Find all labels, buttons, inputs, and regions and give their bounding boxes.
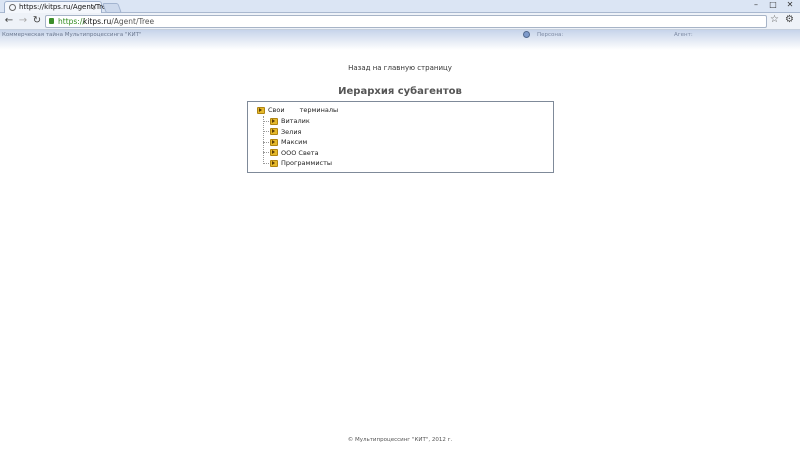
maximize-icon[interactable]: □ — [765, 0, 781, 10]
footer-copyright: © Мультипроцессинг "КИТ", 2012 г. — [347, 437, 453, 443]
back-to-main-link[interactable]: Назад на главную страницу — [0, 64, 800, 72]
subagent-tree: Свои терминалы Виталик Зелия Максим ООО С… — [247, 101, 554, 173]
page-title: Иерархия субагентов — [338, 86, 462, 97]
tree-node-child[interactable]: Программисты — [263, 158, 332, 168]
folder-icon — [270, 138, 278, 146]
lock-icon — [49, 18, 54, 24]
forward-arrow-icon[interactable]: → — [17, 15, 29, 27]
tree-node-label: Максим — [281, 138, 308, 146]
url-host: kitps.ru — [83, 17, 112, 26]
browser-toolbar: ← → ↻ https:// kitps.ru/Agent/Tree ☆ ⚙ — [0, 13, 800, 30]
minimize-icon[interactable]: – — [748, 0, 764, 10]
agent-label: Агент: — [674, 32, 693, 38]
trade-secret-notice: Коммерческая тайна Мультипроцессинга "КИ… — [2, 32, 142, 38]
back-arrow-icon[interactable]: ← — [3, 15, 15, 27]
tree-node-child[interactable]: Максим — [263, 137, 307, 147]
tree-node-child[interactable]: Виталик — [263, 116, 310, 126]
page-header: Коммерческая тайна Мультипроцессинга "КИ… — [0, 30, 800, 50]
folder-icon — [270, 159, 278, 167]
tab-close-icon[interactable]: × — [91, 2, 97, 13]
tree-node-child[interactable]: Зелия — [263, 127, 301, 137]
folder-icon — [270, 117, 278, 125]
bookmark-star-icon[interactable]: ☆ — [770, 14, 779, 25]
tree-node-label: Программисты — [281, 159, 333, 167]
url-host-path: kitps.ru/Agent/Tree — [83, 16, 154, 27]
folder-icon — [270, 149, 278, 156]
page-favicon-icon — [9, 4, 16, 11]
tree-node-root[interactable]: Свои терминалы — [257, 105, 338, 115]
tree-node-label: ООО Света — [281, 148, 319, 157]
tree-node-label: Зелия — [281, 127, 302, 136]
folder-icon — [270, 128, 278, 135]
folder-icon — [257, 106, 265, 114]
tab-strip: https://kitps.ru/Agent/Tree × – □ ✕ — [0, 0, 800, 13]
url-scheme: https:// — [58, 17, 85, 26]
tree-node-child[interactable]: ООО Света — [263, 148, 319, 158]
url-path: /Agent/Tree — [111, 17, 155, 26]
browser-tab[interactable]: https://kitps.ru/Agent/Tree × — [4, 1, 111, 13]
tree-node-label: Виталик — [281, 117, 310, 125]
person-icon — [523, 31, 530, 38]
new-tab-button[interactable] — [102, 3, 122, 13]
window-close-icon[interactable]: ✕ — [782, 0, 798, 10]
tree-node-label-suffix: терминалы — [299, 106, 339, 114]
reload-icon[interactable]: ↻ — [31, 15, 43, 27]
browser-menu-icon[interactable]: ⚙ — [785, 14, 794, 25]
tree-node-label: Свои — [268, 106, 285, 114]
address-bar[interactable]: https:// kitps.ru/Agent/Tree — [45, 15, 767, 28]
person-label: Персона: — [537, 32, 564, 38]
